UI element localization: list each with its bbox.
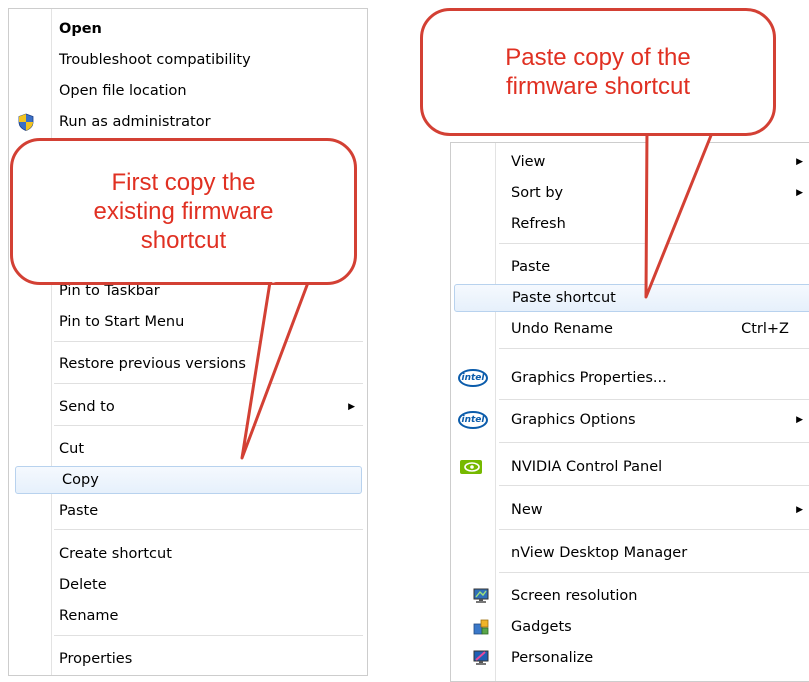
callout-pointer-joins xyxy=(271,128,712,283)
